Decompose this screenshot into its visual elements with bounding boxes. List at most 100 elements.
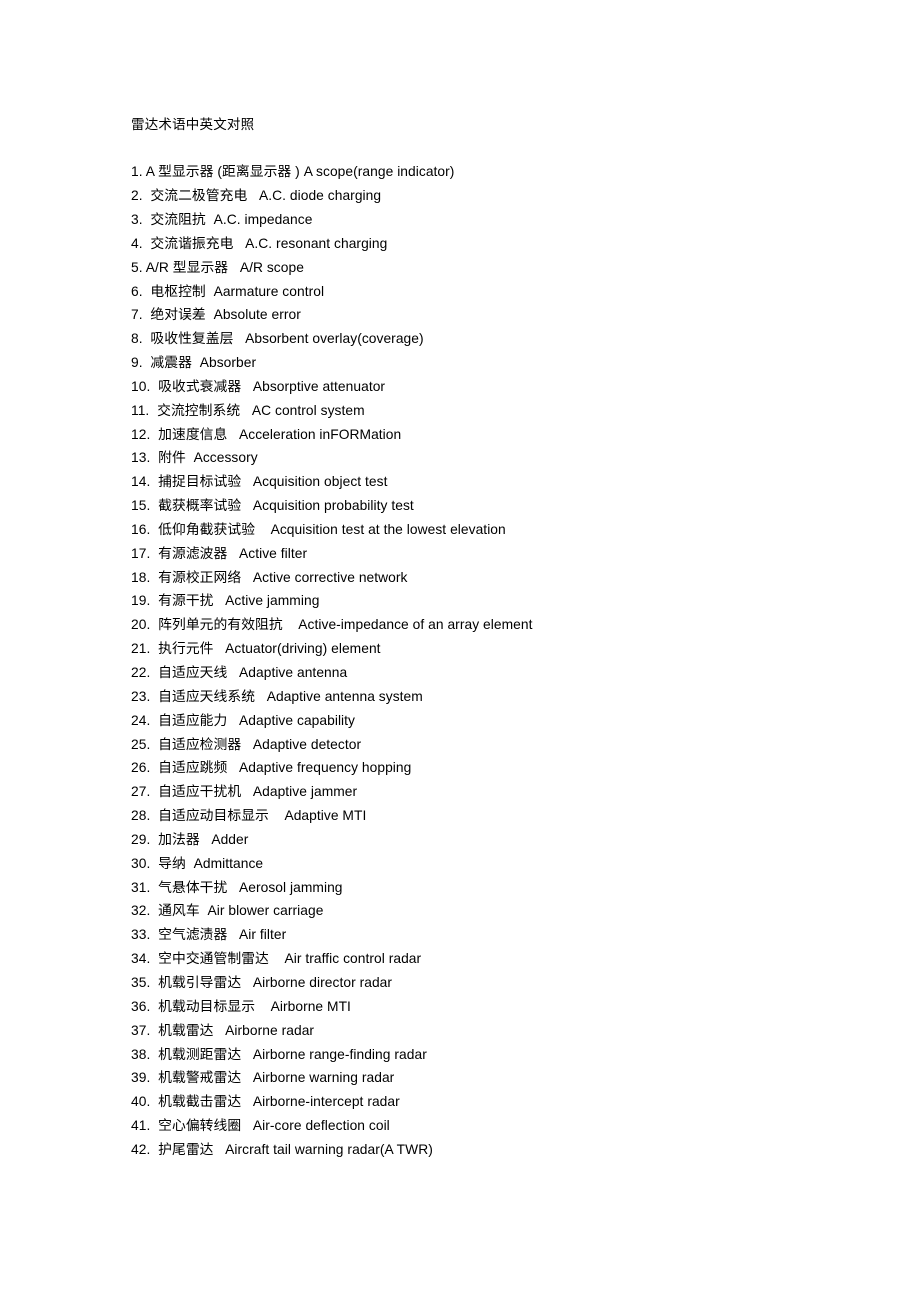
entry-term-chinese: 机载测距雷达 [158, 1046, 242, 1062]
entry-number: 32. [131, 903, 151, 919]
entry-term-english: Adaptive detector [252, 736, 362, 752]
entry-number: 17. [131, 545, 151, 561]
entry-term-chinese: A 型显示器 (距离显示器 ) [145, 164, 300, 180]
entry-term-english: Air filter [239, 927, 287, 943]
entry-number: 23. [131, 688, 151, 704]
entry-number: 18. [131, 569, 151, 585]
entry-number: 33. [131, 927, 151, 943]
entry-term-english: Adaptive capability [239, 712, 356, 728]
entry-term-english: A scope(range indicator) [303, 164, 455, 180]
entry-number: 16. [131, 521, 151, 537]
entry-term-chinese: 机载截击雷达 [158, 1094, 242, 1110]
entry-term-chinese: 交流谐振充电 [150, 235, 234, 251]
glossary-entry: 15. 截获概率试验 Acquisition probability test [131, 494, 831, 518]
glossary-entry: 40. 机载截击雷达 Airborne-intercept radar [131, 1090, 831, 1114]
entry-term-english: Actuator(driving) element [225, 641, 381, 657]
entry-term-english: Active corrective network [252, 569, 408, 585]
entry-term-english: Air traffic control radar [284, 951, 422, 967]
entry-term-chinese: 气悬体干扰 [158, 879, 228, 895]
glossary-entry: 33. 空气滤渍器 Air filter [131, 923, 831, 947]
entry-number: 26. [131, 760, 151, 776]
entry-term-chinese: 导纳 [158, 855, 186, 871]
document-page: 雷达术语中英文对照 1. A 型显示器 (距离显示器 ) A scope(ran… [0, 0, 920, 1301]
glossary-entry: 42. 护尾雷达 Aircraft tail warning radar(A T… [131, 1138, 831, 1162]
glossary-entry: 4. 交流谐振充电 A.C. resonant charging [131, 232, 831, 256]
entry-number: 6. [131, 283, 143, 299]
entry-number: 21. [131, 641, 151, 657]
title-spacer [131, 137, 831, 161]
glossary-entry: 19. 有源干扰 Active jamming [131, 589, 831, 613]
entry-term-chinese: 空气滤渍器 [158, 927, 228, 943]
entry-number: 20. [131, 617, 151, 633]
entry-term-chinese: 绝对误差 [150, 307, 206, 323]
entry-number: 34. [131, 951, 151, 967]
entry-term-chinese: 捕捉目标试验 [158, 474, 242, 490]
glossary-entry: 12. 加速度信息 Acceleration inFORMation [131, 423, 831, 447]
entry-term-english: Active filter [239, 545, 308, 561]
entry-number: 7. [131, 307, 143, 323]
entry-number: 22. [131, 665, 151, 681]
entry-term-chinese: 吸收性复盖层 [150, 331, 234, 347]
glossary-entry: 17. 有源滤波器 Active filter [131, 542, 831, 566]
glossary-entry: 28. 自适应动目标显示 Adaptive MTI [131, 804, 831, 828]
entry-term-chinese: 机载雷达 [158, 1022, 214, 1038]
glossary-entry: 5. A/R 型显示器 A/R scope [131, 256, 831, 280]
entry-term-chinese: 空心偏转线圈 [158, 1118, 242, 1134]
entry-term-english: Airborne radar [225, 1022, 315, 1038]
entry-number: 29. [131, 831, 151, 847]
entry-number: 5. [131, 259, 143, 275]
entry-term-english: Absorber [199, 355, 257, 371]
glossary-entry: 30. 导纳 Admittance [131, 852, 831, 876]
entry-term-english: Airborne-intercept radar [252, 1094, 400, 1110]
entry-term-english: Acquisition test at the lowest elevation [270, 521, 506, 537]
glossary-entry: 8. 吸收性复盖层 Absorbent overlay(coverage) [131, 327, 831, 351]
entry-term-english: Adaptive jammer [252, 784, 358, 800]
glossary-entry: 7. 绝对误差 Absolute error [131, 303, 831, 327]
glossary-entry: 3. 交流阻抗 A.C. impedance [131, 208, 831, 232]
glossary-entry: 9. 减震器 Absorber [131, 351, 831, 375]
entry-term-english: Acquisition object test [252, 474, 388, 490]
entry-term-chinese: 通风车 [158, 903, 200, 919]
entry-term-english: Aarmature control [213, 283, 325, 299]
entry-number: 42. [131, 1141, 151, 1157]
glossary-entry: 11. 交流控制系统 AC control system [131, 399, 831, 423]
glossary-entry: 26. 自适应跳频 Adaptive frequency hopping [131, 756, 831, 780]
entry-term-chinese: 自适应跳频 [158, 760, 228, 776]
entry-term-chinese: 电枢控制 [150, 283, 206, 299]
entry-term-english: Airborne MTI [270, 998, 351, 1014]
entry-number: 1. [131, 164, 143, 180]
entry-term-chinese: 交流阻抗 [150, 211, 206, 227]
entry-term-english: Adaptive MTI [284, 808, 367, 824]
glossary-entry: 16. 低仰角截获试验 Acquisition test at the lowe… [131, 518, 831, 542]
entry-term-chinese: A/R 型显示器 [145, 259, 229, 275]
entry-number: 3. [131, 211, 143, 227]
entry-term-chinese: 截获概率试验 [158, 498, 242, 514]
entry-term-chinese: 加速度信息 [158, 426, 228, 442]
entry-term-english: Active-impedance of an array element [298, 617, 533, 633]
entry-term-english: Airborne range-finding radar [252, 1046, 427, 1062]
entry-term-chinese: 吸收式衰减器 [158, 378, 242, 394]
document-body: 雷达术语中英文对照 1. A 型显示器 (距离显示器 ) A scope(ran… [131, 113, 831, 1162]
entry-number: 27. [131, 784, 151, 800]
entry-term-chinese: 加法器 [158, 831, 200, 847]
entry-term-english: Accessory [193, 450, 258, 466]
entry-term-english: Adder [211, 831, 249, 847]
entry-term-english: A.C. impedance [213, 211, 313, 227]
glossary-entry: 13. 附件 Accessory [131, 446, 831, 470]
entry-term-chinese: 交流二极管充电 [150, 188, 248, 204]
entry-term-english: Adaptive antenna system [266, 688, 423, 704]
glossary-entry: 10. 吸收式衰减器 Absorptive attenuator [131, 375, 831, 399]
glossary-entry: 6. 电枢控制 Aarmature control [131, 280, 831, 304]
glossary-entry: 36. 机载动目标显示 Airborne MTI [131, 995, 831, 1019]
entry-number: 10. [131, 378, 151, 394]
entry-term-english: Adaptive antenna [239, 665, 348, 681]
entry-term-english: Absorbent overlay(coverage) [245, 331, 424, 347]
entry-term-chinese: 自适应天线 [158, 665, 228, 681]
entry-term-chinese: 自适应天线系统 [158, 688, 256, 704]
entry-term-english: AC control system [251, 402, 365, 418]
glossary-list: 1. A 型显示器 (距离显示器 ) A scope(range indicat… [131, 160, 831, 1161]
entry-term-chinese: 有源校正网络 [158, 569, 242, 585]
entry-term-english: Admittance [193, 855, 264, 871]
glossary-entry: 39. 机载警戒雷达 Airborne warning radar [131, 1066, 831, 1090]
glossary-entry: 27. 自适应干扰机 Adaptive jammer [131, 780, 831, 804]
